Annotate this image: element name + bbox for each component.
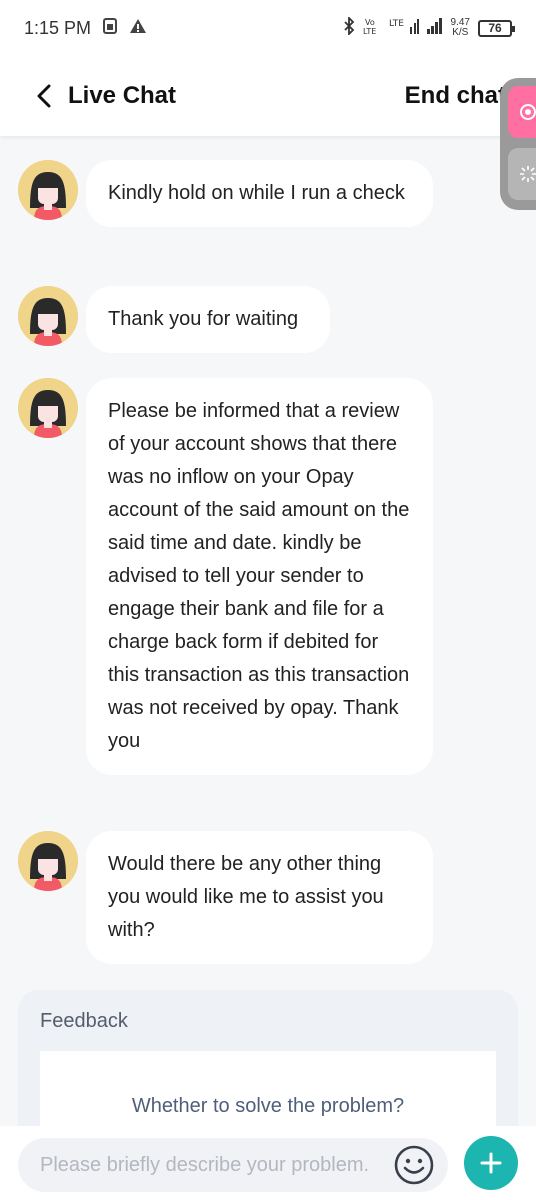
message-bubble: Thank you for waiting xyxy=(86,286,330,353)
back-button[interactable] xyxy=(24,76,64,116)
side-widget-pink-button[interactable] xyxy=(508,86,536,138)
chevron-left-icon xyxy=(37,84,51,108)
page-title: Live Chat xyxy=(68,82,177,109)
signal-icon xyxy=(426,17,443,39)
message-bubble: Would there be any other thing you would… xyxy=(86,831,433,964)
message-input[interactable] xyxy=(40,1153,380,1177)
message-bubble: Please be informed that a review of your… xyxy=(86,378,433,775)
agent-avatar xyxy=(18,160,78,220)
message-bubble: Kindly hold on while I run a check xyxy=(86,160,433,227)
status-bar: 1:15 PM Vo LTE LTE 9.47 K/S 76 xyxy=(0,0,536,56)
battery-icon: 76 xyxy=(478,19,515,37)
add-attachment-button[interactable] xyxy=(464,1136,518,1190)
agent-avatar xyxy=(18,378,78,438)
end-chat-button[interactable]: End chat xyxy=(405,82,506,110)
agent-message: Kindly hold on while I run a check xyxy=(18,160,433,227)
chat-area[interactable]: Kindly hold on while I run a check Thank… xyxy=(0,136,536,1126)
sparkle-icon xyxy=(520,166,536,182)
side-widget-grey-button[interactable] xyxy=(508,148,536,200)
sim-card-icon xyxy=(103,18,118,38)
status-time: 1:15 PM xyxy=(24,17,92,38)
input-bar xyxy=(0,1126,536,1200)
agent-message: Would there be any other thing you would… xyxy=(18,831,433,964)
bluetooth-icon xyxy=(343,15,355,39)
warning-icon xyxy=(129,18,147,38)
agent-message: Please be informed that a review of your… xyxy=(18,378,433,775)
chat-header: Live Chat End chat xyxy=(0,56,536,136)
volte-icon: Vo LTE xyxy=(363,17,381,39)
svg-text:Vo: Vo xyxy=(365,18,375,27)
plus-icon xyxy=(480,1152,502,1174)
smiley-icon xyxy=(394,1145,434,1185)
svg-text:LTE: LTE xyxy=(389,19,404,29)
emoji-button[interactable] xyxy=(392,1143,436,1187)
record-icon xyxy=(520,104,536,120)
net-speed: 9.47 K/S xyxy=(451,18,470,38)
feedback-title: Feedback xyxy=(40,1010,128,1032)
battery-level: 76 xyxy=(488,21,502,35)
lte-icon: LTE xyxy=(389,17,419,39)
agent-avatar xyxy=(18,831,78,891)
floating-side-widget[interactable] xyxy=(500,78,536,210)
agent-message: Thank you for waiting xyxy=(18,286,330,353)
agent-avatar xyxy=(18,286,78,346)
message-input-container[interactable] xyxy=(18,1138,448,1192)
svg-text:LTE: LTE xyxy=(363,27,376,35)
net-speed-unit: K/S xyxy=(452,27,469,38)
